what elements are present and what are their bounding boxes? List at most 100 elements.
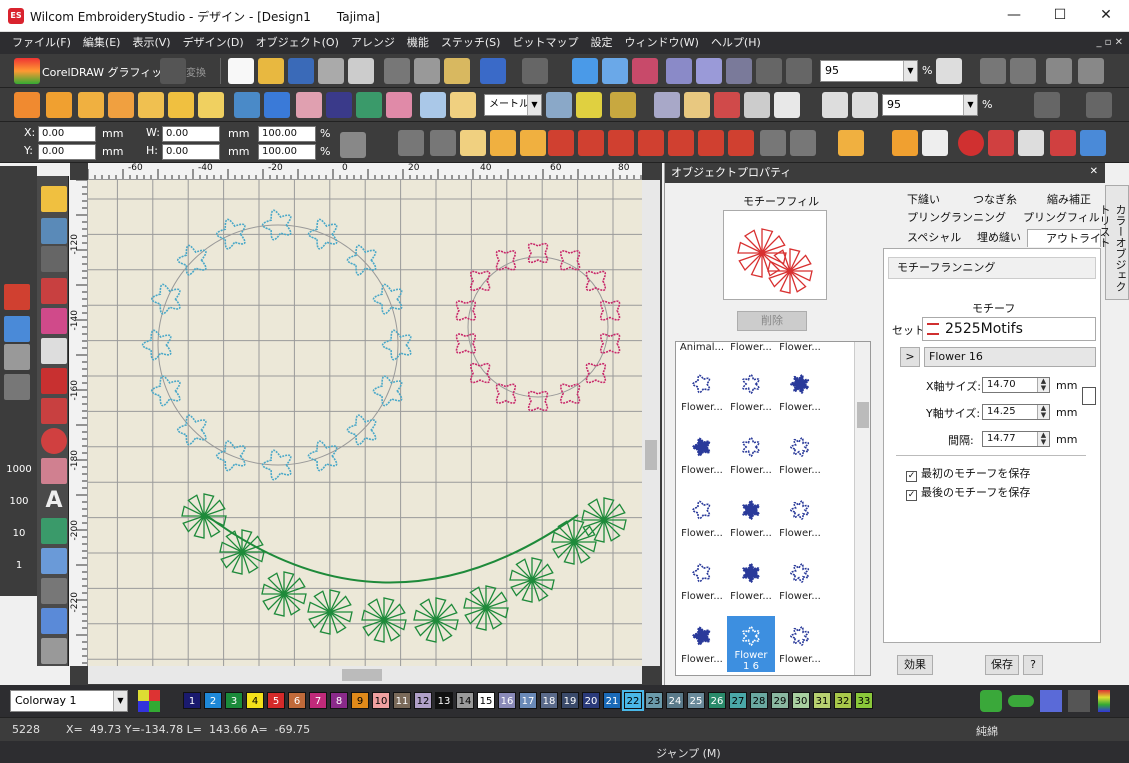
lock-proportions-icon[interactable] [340, 132, 366, 158]
new-file-icon[interactable] [228, 58, 254, 84]
color-object-list-tab[interactable]: カラーオブジェクトリスト [1098, 185, 1129, 300]
zoom-100-icon[interactable] [852, 92, 878, 118]
arrow-tool-icon[interactable] [41, 368, 67, 394]
upload-icon[interactable] [786, 58, 812, 84]
stitch-type-6-icon[interactable] [548, 130, 574, 156]
expand-button[interactable]: > [900, 347, 920, 367]
color-swatch[interactable]: 27 [729, 692, 747, 709]
stitch-type-11-icon[interactable] [698, 130, 724, 156]
color-swatch[interactable]: 4 [246, 692, 264, 709]
motif-select[interactable]: Flower 16 [924, 347, 1096, 367]
chevron-down-icon[interactable]: ▼ [903, 61, 917, 81]
hatch-icon[interactable] [41, 608, 67, 634]
open-folder-icon[interactable] [258, 58, 284, 84]
mirror-icon[interactable] [1034, 92, 1060, 118]
gallery-item[interactable]: Animal... [678, 342, 726, 360]
lock-icon[interactable] [1046, 58, 1072, 84]
stitch-type-3-icon[interactable] [460, 130, 486, 156]
machine-connect-icon[interactable] [726, 58, 752, 84]
select-corners-icon[interactable] [1010, 58, 1036, 84]
keep-last-checkbox[interactable]: ✓ 最後のモチーフを保存 [906, 484, 1030, 501]
color-swatch[interactable]: 5 [267, 692, 285, 709]
menu-view[interactable]: 表示(V) [126, 32, 176, 54]
measure-system-combo[interactable]: メートル法 ▼ [484, 94, 542, 116]
monogram-icon[interactable] [41, 518, 67, 544]
reshape-icon[interactable] [576, 92, 602, 118]
print-preview-icon[interactable] [348, 58, 374, 84]
convert-label[interactable]: 変換 [186, 64, 206, 79]
color-swatch[interactable]: 17 [519, 692, 537, 709]
color-swatch[interactable]: 8 [330, 692, 348, 709]
gallery-item[interactable]: Flower... [727, 427, 775, 483]
travel-icon[interactable] [572, 58, 598, 84]
spacing-input[interactable]: 14.77 ▲ ▼ [982, 431, 1050, 447]
menu-arrange[interactable]: アレンジ [345, 32, 401, 54]
chevron-down-icon[interactable]: ▼ [963, 95, 977, 115]
spin-updown-icon[interactable]: ▲ ▼ [1037, 432, 1049, 446]
chevron-down-icon[interactable]: ▼ [113, 691, 127, 711]
send-machine-icon[interactable] [666, 58, 692, 84]
color-swatch[interactable]: 23 [645, 692, 663, 709]
color-swatch[interactable]: 1 [183, 692, 201, 709]
color-swatch[interactable]: 26 [708, 692, 726, 709]
stitch-type-9-icon[interactable] [638, 130, 664, 156]
effects-button[interactable]: 効果 [897, 655, 933, 675]
tab-outline[interactable]: アウトライン [1027, 229, 1112, 247]
stitch-type-1-icon[interactable] [398, 130, 424, 156]
stitch-type-14-icon[interactable] [790, 130, 816, 156]
no-color-icon[interactable] [1068, 690, 1090, 712]
lock-aspect-icon[interactable] [1082, 387, 1096, 405]
gallery-item[interactable]: Flower... [727, 364, 775, 420]
pink-flower-ring[interactable] [455, 242, 621, 412]
hoop-grid-icon[interactable] [450, 92, 476, 118]
thread-chart-icon[interactable] [1040, 690, 1062, 712]
color-swatch[interactable]: 7 [309, 692, 327, 709]
scale-w-input[interactable]: 100.00 [258, 126, 316, 142]
color-swatch[interactable]: 13 [435, 692, 453, 709]
jump-icon[interactable] [988, 130, 1014, 156]
stitch-1-label[interactable]: 1 [4, 560, 34, 571]
scissors-icon[interactable] [1018, 130, 1044, 156]
minimize-button[interactable]: — [991, 0, 1037, 30]
stitch-player-icon[interactable] [602, 58, 628, 84]
paste-icon[interactable] [444, 58, 470, 84]
colorway-select[interactable]: Colorway 1 ▼ [10, 690, 128, 712]
h-input[interactable]: 0.00 [162, 144, 220, 160]
coreldraw-icon[interactable] [14, 58, 40, 84]
stitch-type-10-icon[interactable] [668, 130, 694, 156]
color-swatch[interactable]: 31 [813, 692, 831, 709]
gallery-item[interactable]: Flower... [678, 553, 726, 609]
gallery-item[interactable]: Flower... [727, 342, 775, 360]
measure-tool-icon[interactable] [41, 638, 67, 664]
tie-off-icon[interactable] [1080, 130, 1106, 156]
circle-tool-icon[interactable] [41, 428, 67, 454]
color-swatch[interactable]: 20 [582, 692, 600, 709]
color-wheel-icon[interactable] [326, 92, 352, 118]
zoom-combo[interactable]: 95 ▼ [820, 60, 918, 82]
tab-underlay[interactable]: 下縫い [889, 191, 949, 209]
properties-icon[interactable] [936, 58, 962, 84]
horizontal-scrollbar[interactable] [88, 666, 642, 684]
stitch-edit-icon[interactable] [41, 398, 67, 424]
auto-digitize-icon[interactable] [264, 92, 290, 118]
gallery-scrollbar[interactable] [854, 342, 870, 675]
zoom-icon[interactable] [822, 92, 848, 118]
menu-settings[interactable]: 設定 [584, 32, 618, 54]
stitch-type-4-icon[interactable] [490, 130, 516, 156]
spin-updown-icon[interactable]: ▲ ▼ [1037, 378, 1049, 392]
color-swatch[interactable]: 15 [477, 692, 495, 709]
knife-icon[interactable] [41, 278, 67, 304]
gallery-item[interactable]: Flower... [776, 342, 824, 360]
design-canvas[interactable] [88, 180, 642, 666]
motif-set-select[interactable]: 2525Motifs [922, 317, 1096, 341]
fill-icon[interactable] [108, 92, 134, 118]
shape-icon[interactable] [78, 92, 104, 118]
color-swatch[interactable]: 3 [225, 692, 243, 709]
stitch-type-2-icon[interactable] [430, 130, 456, 156]
y-size-input[interactable]: 14.25 ▲ ▼ [982, 404, 1050, 420]
stitch-type-13-icon[interactable] [760, 130, 786, 156]
mdi-controls[interactable]: _ ▫ ✕ [1096, 32, 1123, 54]
color-list-icon[interactable] [744, 92, 770, 118]
color-swatch[interactable]: 2 [204, 692, 222, 709]
color-swatch[interactable]: 25 [687, 692, 705, 709]
